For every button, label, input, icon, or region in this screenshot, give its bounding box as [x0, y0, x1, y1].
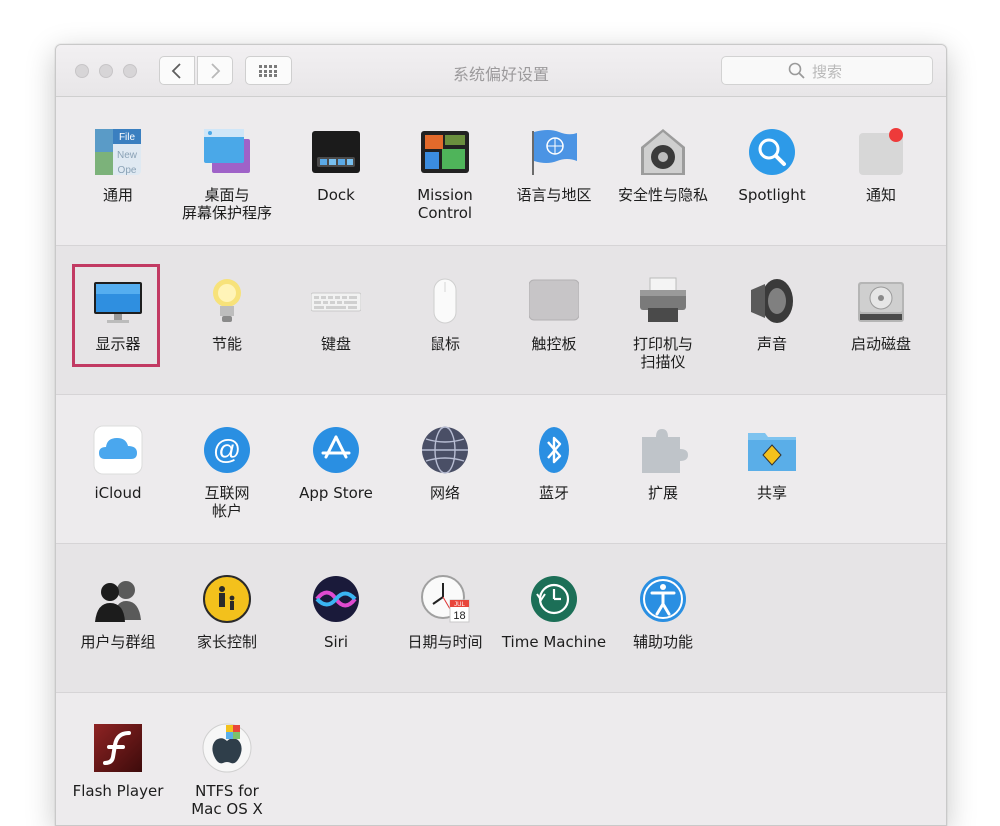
- notifications-icon: [856, 127, 906, 177]
- preferences-row-system: 用户与群组 家长控制 Siri JUL 18 日期与时间 Time Machin…: [56, 544, 946, 693]
- svg-text:Ope: Ope: [118, 165, 137, 176]
- users-groups-icon: [93, 574, 143, 624]
- trackpad-icon: [529, 276, 579, 326]
- parental-controls-icon: [202, 574, 252, 624]
- svg-text:@: @: [213, 434, 241, 465]
- preferences-row-internet: iCloud @ 互联网 帐户 App Store 网络 蓝牙 扩展 共享: [56, 395, 946, 544]
- svg-text:File: File: [119, 132, 136, 143]
- search-icon: [788, 62, 805, 79]
- energy-saver-icon: [202, 276, 252, 326]
- pref-label: 显示器: [95, 335, 141, 353]
- pref-label: 辅助功能: [632, 633, 693, 651]
- pref-label: 通知: [865, 186, 896, 204]
- icloud-icon: [93, 425, 143, 475]
- preferences-row-other: Flash Player NTFS for Mac OS X: [56, 693, 946, 825]
- language-region-icon: [529, 127, 579, 177]
- pref-label: 打印机与 扫描仪: [632, 335, 693, 371]
- pref-label: Dock: [317, 186, 355, 204]
- general-icon: File New Ope: [93, 127, 143, 177]
- pref-label: 语言与地区: [516, 186, 592, 204]
- bluetooth-icon: [529, 425, 579, 475]
- preferences-row-hardware: 显示器 节能 键盘 鼠标 触控板 打印机与 扫描仪 声音 启动磁盘: [56, 246, 946, 395]
- pref-label: Siri: [323, 633, 349, 651]
- pref-label: 通用: [102, 186, 133, 204]
- app-store-icon: [311, 425, 361, 475]
- svg-text:New: New: [117, 150, 138, 161]
- dock-icon: [311, 127, 361, 177]
- pref-label: App Store: [299, 484, 373, 502]
- accessibility-icon: [638, 574, 688, 624]
- pref-label: 触控板: [531, 335, 577, 353]
- pref-label: iCloud: [94, 484, 142, 502]
- internet-accounts-icon: @: [202, 425, 252, 475]
- pref-label: 网络: [429, 484, 460, 502]
- pref-label: 互联网 帐户: [204, 484, 250, 520]
- system-preferences-window: 系统偏好设置 搜索 File New Ope 通用 桌面与 屏幕保护程序 Doc…: [55, 44, 947, 826]
- svg-text:18: 18: [453, 610, 465, 622]
- pref-label: 键盘: [320, 335, 351, 353]
- pref-label: 日期与时间: [407, 633, 483, 651]
- pref-label: 家长控制: [196, 633, 257, 651]
- date-time-icon: JUL 18: [420, 574, 470, 624]
- pref-label: 桌面与 屏幕保护程序: [181, 186, 272, 222]
- pref-label: 共享: [756, 484, 787, 502]
- flash-player-icon: [93, 723, 143, 773]
- pref-label: 鼠标: [429, 335, 460, 353]
- search-field[interactable]: 搜索: [721, 56, 933, 85]
- extensions-icon: [638, 425, 688, 475]
- pref-label: 声音: [756, 335, 787, 353]
- pref-label: Mission Control: [417, 186, 473, 222]
- displays-icon: [93, 276, 143, 326]
- pref-label: 蓝牙: [538, 484, 569, 502]
- spotlight-icon: [747, 127, 797, 177]
- siri-icon: [311, 574, 361, 624]
- pref-label: NTFS for Mac OS X: [191, 782, 263, 818]
- security-privacy-icon: [638, 127, 688, 177]
- sharing-icon: [747, 425, 797, 475]
- pref-label: 节能: [211, 335, 242, 353]
- sound-icon: [747, 276, 797, 326]
- search-placeholder: 搜索: [812, 63, 843, 81]
- time-machine-icon: [529, 574, 579, 624]
- startup-disk-icon: [856, 276, 906, 326]
- desktop-screensaver-icon: [202, 127, 252, 177]
- pref-label: Time Machine: [501, 633, 607, 651]
- title-bar: 系统偏好设置 搜索: [56, 45, 946, 97]
- ntfs-icon: [202, 723, 252, 773]
- pref-label: Flash Player: [72, 782, 164, 800]
- pref-label: 启动磁盘: [850, 335, 911, 353]
- pref-label: 扩展: [647, 484, 678, 502]
- pref-label: 用户与群组: [80, 633, 156, 651]
- svg-text:JUL: JUL: [454, 602, 465, 608]
- keyboard-icon: [311, 276, 361, 326]
- preferences-row-personal: File New Ope 通用 桌面与 屏幕保护程序 Dock Mission …: [56, 97, 946, 246]
- mouse-icon: [420, 276, 470, 326]
- pref-label: 安全性与隐私: [617, 186, 708, 204]
- network-icon: [420, 425, 470, 475]
- mission-control-icon: [420, 127, 470, 177]
- printers-scanners-icon: [638, 276, 688, 326]
- pref-label: Spotlight: [738, 186, 806, 204]
